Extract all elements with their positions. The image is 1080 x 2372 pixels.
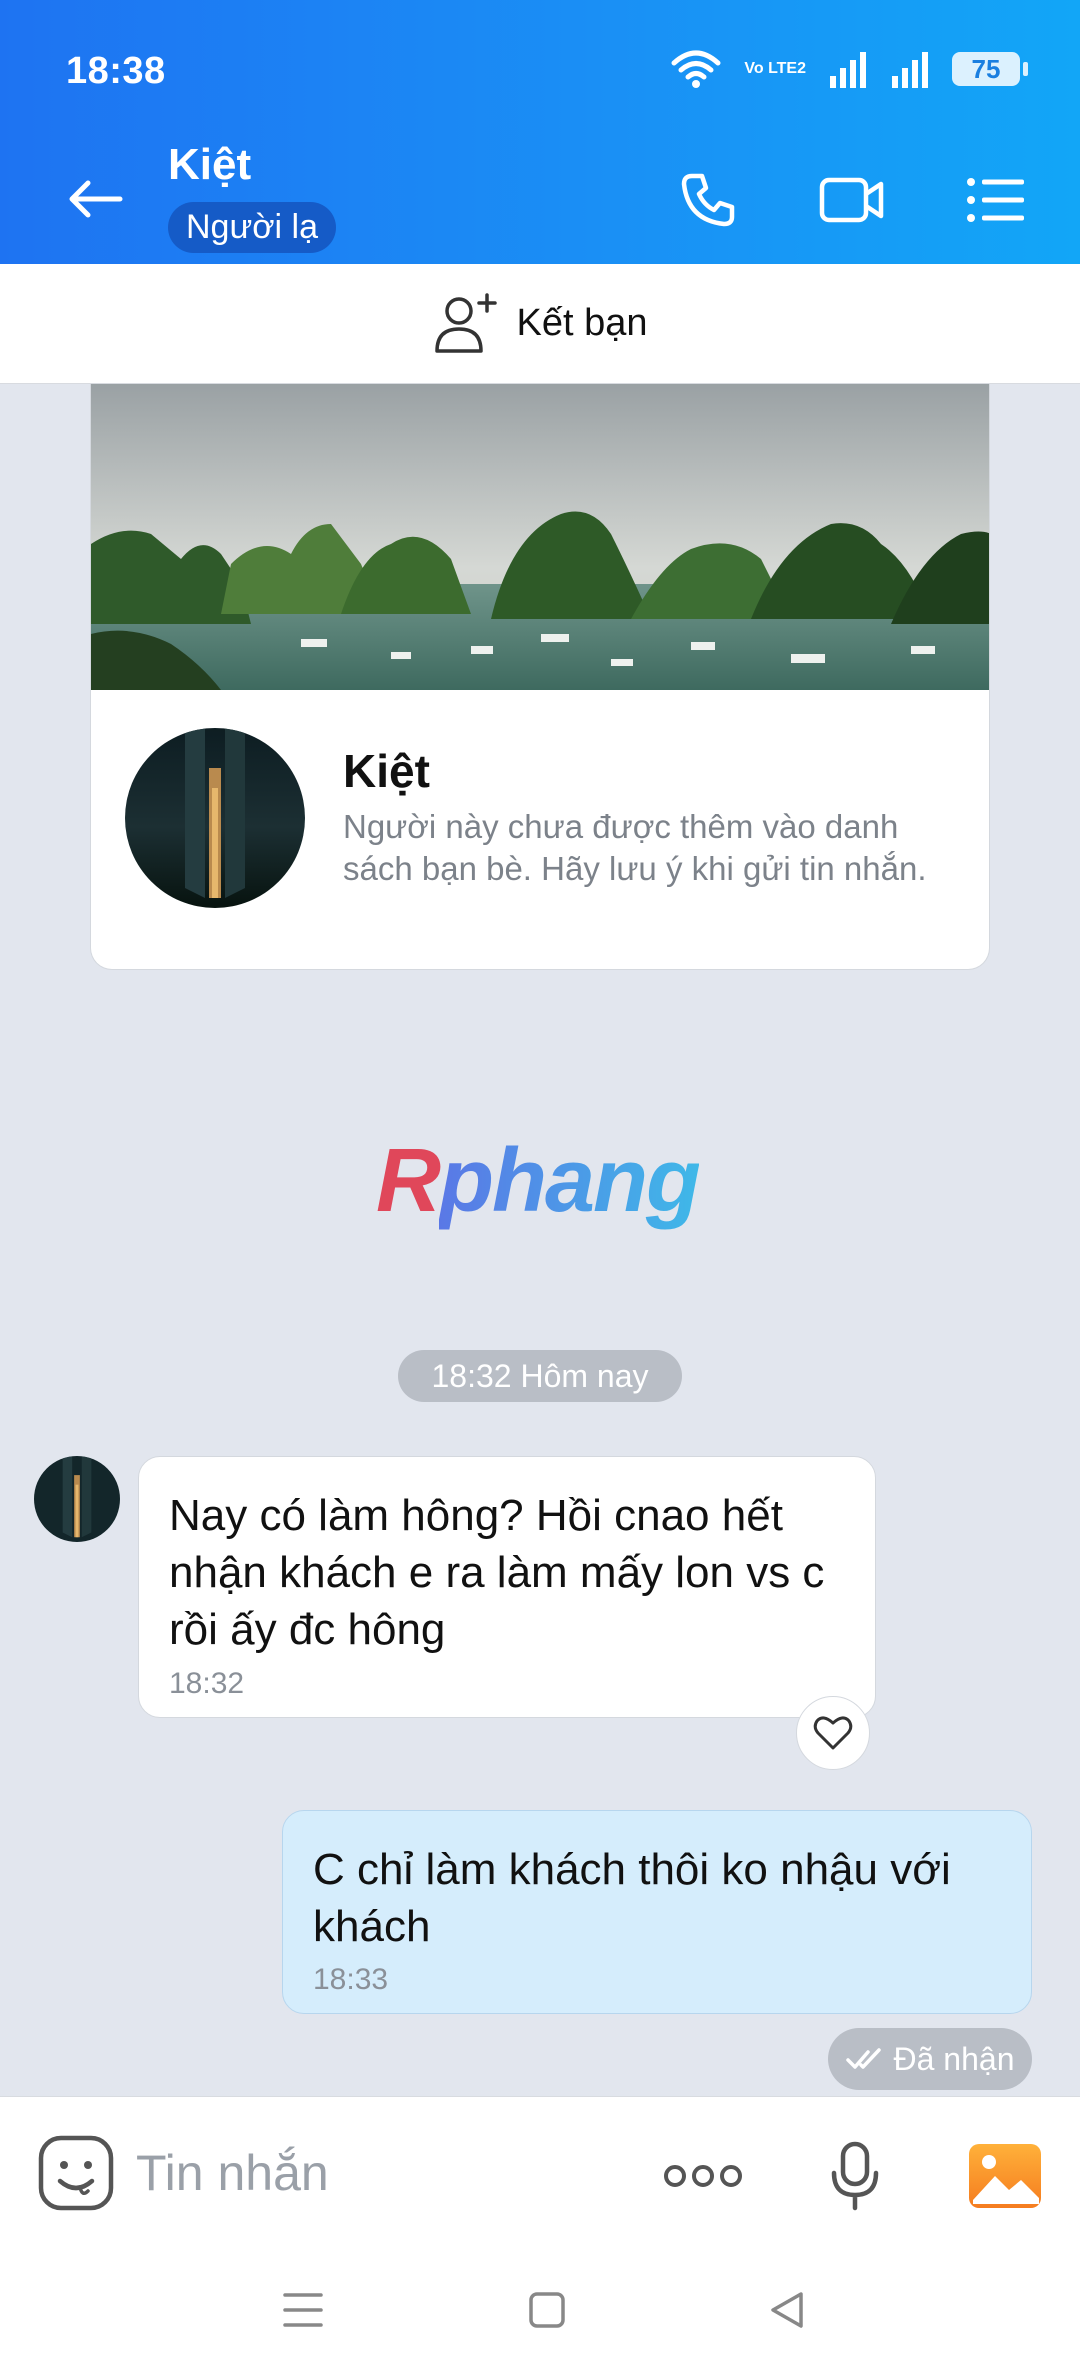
watermark-first-letter: R — [376, 1131, 441, 1231]
battery-indicator: 75 — [952, 52, 1028, 86]
avatar-image — [125, 728, 305, 908]
menu-lines-icon — [283, 2293, 323, 2327]
chat-header: 18:38 Vo LTE2 75 Kiệt Người lạ — [0, 0, 1080, 264]
cover-photo — [91, 384, 989, 690]
message-composer — [0, 2096, 1080, 2248]
triangle-back-icon — [771, 2292, 803, 2328]
message-text: C chỉ làm khách thôi ko nhậu với khách — [313, 1845, 951, 1951]
square-icon — [529, 2292, 565, 2328]
time-separator: 18:32 Hôm nay — [398, 1350, 682, 1402]
status-bar: 18:38 Vo LTE2 75 — [0, 0, 1080, 140]
double-check-icon — [845, 2048, 881, 2069]
sender-avatar[interactable] — [34, 1456, 120, 1542]
message-text: Nay có làm hông? Hồi cnao hết nhận khách… — [169, 1491, 825, 1654]
wifi-icon — [671, 50, 721, 88]
like-button[interactable] — [796, 1696, 870, 1770]
avatar-image — [34, 1456, 120, 1542]
signal-icon-1 — [830, 52, 866, 88]
profile-card: Kiệt Người này chưa được thêm vào danh s… — [90, 384, 990, 970]
voice-button[interactable] — [812, 2133, 898, 2219]
message-time: 18:33 — [313, 1963, 389, 1996]
contact-name[interactable]: Kiệt — [168, 140, 251, 190]
message-input[interactable] — [136, 2137, 616, 2209]
watermark-rest: phang — [439, 1131, 701, 1231]
microphone-icon — [831, 2141, 879, 2211]
profile-name: Kiệt — [343, 745, 430, 797]
stranger-badge: Người lạ — [168, 202, 336, 253]
recent-apps-button[interactable] — [268, 2278, 338, 2342]
delivery-status: Đã nhận — [828, 2028, 1032, 2090]
header-nav: Kiệt Người lạ — [0, 140, 1080, 264]
volte-indicator: Vo LTE2 — [744, 60, 806, 77]
profile-warning: Người này chưa được thêm vào danh sách b… — [343, 808, 927, 887]
delivery-status-label: Đã nhận — [893, 2040, 1015, 2077]
call-button[interactable] — [668, 164, 748, 236]
more-button[interactable] — [660, 2133, 746, 2219]
system-nav-bar — [0, 2248, 1080, 2372]
arrow-left-icon — [69, 180, 123, 218]
phone-icon — [681, 173, 735, 227]
add-user-icon — [434, 292, 497, 353]
home-button[interactable] — [512, 2278, 582, 2342]
menu-button[interactable] — [956, 164, 1036, 236]
heart-icon — [813, 1716, 853, 1750]
image-icon — [969, 2144, 1041, 2208]
video-camera-icon — [819, 177, 884, 223]
profile-avatar[interactable] — [125, 728, 305, 908]
list-menu-icon — [967, 178, 1024, 222]
watermark-logo: Rphang — [376, 1130, 701, 1233]
message-bubble-incoming[interactable]: Nay có làm hông? Hồi cnao hết nhận khách… — [138, 1456, 876, 1718]
message-bubble-outgoing[interactable]: C chỉ làm khách thôi ko nhậu với khách 1… — [282, 1810, 1032, 2014]
gallery-button[interactable] — [962, 2133, 1048, 2219]
system-back-button[interactable] — [752, 2278, 822, 2342]
emoji-button[interactable] — [36, 2133, 116, 2213]
add-friend-button[interactable]: Kết bạn — [0, 264, 1080, 384]
message-time: 18:32 — [169, 1667, 245, 1700]
emoji-icon — [38, 2135, 114, 2211]
add-friend-label: Kết bạn — [516, 302, 648, 344]
back-button[interactable] — [60, 164, 130, 234]
video-call-button[interactable] — [812, 164, 892, 236]
status-icons: Vo LTE2 75 — [670, 46, 1028, 92]
more-dots-icon — [664, 2165, 742, 2187]
signal-icon-2 — [892, 52, 928, 88]
status-time: 18:38 — [66, 50, 166, 92]
